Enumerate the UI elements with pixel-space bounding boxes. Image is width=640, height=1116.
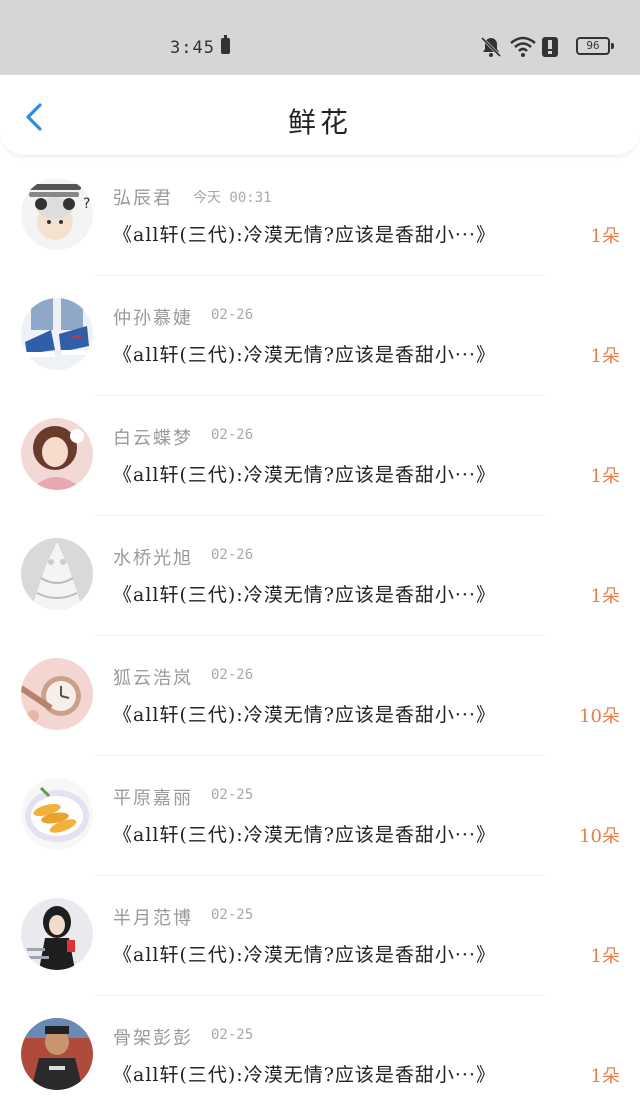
user-name: 仲孙慕婕 (113, 308, 193, 329)
user-name: 半月范博 (113, 908, 193, 929)
article-title[interactable]: 《all轩(三代):冷漠无情?应该是香甜小···》 (113, 460, 496, 487)
article-title[interactable]: 《all轩(三代):冷漠无情?应该是香甜小···》 (113, 220, 496, 247)
avatar-image (21, 778, 93, 850)
article-title[interactable]: 《all轩(三代):冷漠无情?应该是香甜小···》 (113, 1060, 496, 1087)
article-title[interactable]: 《all轩(三代):冷漠无情?应该是香甜小···》 (113, 820, 496, 847)
flower-count: 1朵 (590, 586, 620, 607)
svg-text:?: ? (83, 196, 90, 212)
avatar-image (21, 898, 93, 970)
avatar-image (21, 1018, 93, 1090)
flower-count: 10朵 (579, 826, 620, 847)
list-item[interactable]: 平原嘉丽 02-25 《all轩(三代):冷漠无情?应该是香甜小···》 10朵 (0, 756, 640, 876)
flower-count: 1朵 (590, 466, 620, 487)
timestamp: 02-25 (211, 1027, 254, 1043)
user-name: 骨架彭彭 (113, 1028, 193, 1049)
article-title[interactable]: 《all轩(三代):冷漠无情?应该是香甜小···》 (113, 700, 496, 727)
wifi-icon (510, 36, 536, 57)
article-title[interactable]: 《all轩(三代):冷漠无情?应该是香甜小···》 (113, 940, 496, 967)
list-item[interactable]: 骨架彭彭 02-25 《all轩(三代):冷漠无情?应该是香甜小···》 1朵 (0, 996, 640, 1116)
user-name: 弘辰君 (113, 188, 173, 209)
list-item[interactable]: 白云蝶梦 02-26 《all轩(三代):冷漠无情?应该是香甜小···》 1朵 (0, 396, 640, 516)
timestamp: 02-26 (211, 427, 254, 443)
avatar[interactable] (21, 658, 93, 730)
status-bar: 3:45 96 (0, 0, 640, 75)
list-item[interactable]: 狐云浩岚 02-26 《all轩(三代):冷漠无情?应该是香甜小···》 10朵 (0, 636, 640, 756)
timestamp: 今天 00:31 (193, 190, 272, 206)
flower-count: 10朵 (579, 706, 620, 727)
avatar[interactable] (21, 1018, 93, 1090)
page-title: 鲜花 (287, 106, 352, 139)
user-name: 狐云浩岚 (113, 668, 193, 689)
small-battery-icon (221, 35, 230, 54)
article-title[interactable]: 《all轩(三代):冷漠无情?应该是香甜小···》 (113, 580, 496, 607)
user-name: 水桥光旭 (113, 548, 193, 569)
avatar[interactable] (21, 778, 93, 850)
article-title[interactable]: 《all轩(三代):冷漠无情?应该是香甜小···》 (113, 340, 496, 367)
avatar-image (21, 418, 93, 490)
flower-count: 1朵 (590, 226, 620, 247)
avatar-image (21, 658, 93, 730)
alert-icon (542, 37, 558, 57)
user-name: 平原嘉丽 (113, 788, 193, 809)
flower-count: 1朵 (590, 1066, 620, 1087)
bell-off-icon (480, 36, 502, 58)
timestamp: 02-25 (211, 907, 254, 923)
flower-list: ? 弘辰君 今天 00:31 《all轩(三代):冷漠无情?应该是香甜小···》… (0, 156, 640, 1116)
list-item[interactable]: ? 弘辰君 今天 00:31 《all轩(三代):冷漠无情?应该是香甜小···》… (0, 156, 640, 276)
list-item[interactable]: 仲孙慕婕 02-26 《all轩(三代):冷漠无情?应该是香甜小···》 1朵 (0, 276, 640, 396)
list-item[interactable]: 水桥光旭 02-26 《all轩(三代):冷漠无情?应该是香甜小···》 1朵 (0, 516, 640, 636)
avatar-image (21, 298, 93, 370)
avatar[interactable] (21, 298, 93, 370)
timestamp: 02-26 (211, 547, 254, 563)
avatar-image (21, 538, 93, 610)
avatar[interactable] (21, 418, 93, 490)
header: 鲜花 (0, 75, 640, 156)
avatar[interactable]: ? (21, 178, 93, 250)
user-name: 白云蝶梦 (113, 428, 193, 449)
avatar[interactable] (21, 898, 93, 970)
flower-count: 1朵 (590, 946, 620, 967)
list-item[interactable]: 半月范博 02-25 《all轩(三代):冷漠无情?应该是香甜小···》 1朵 (0, 876, 640, 996)
avatar[interactable] (21, 538, 93, 610)
timestamp: 02-25 (211, 787, 254, 803)
flower-count: 1朵 (590, 346, 620, 367)
avatar-image: ? (21, 178, 93, 250)
battery-icon: 96 (576, 37, 614, 55)
timestamp: 02-26 (211, 307, 254, 323)
status-time: 3:45 (170, 38, 215, 58)
timestamp: 02-26 (211, 667, 254, 683)
